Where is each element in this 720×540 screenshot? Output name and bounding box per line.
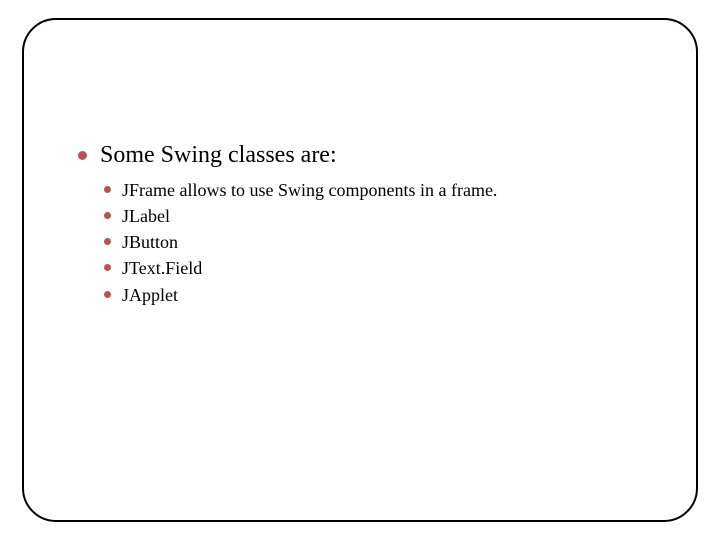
- list-item: JLabel: [100, 203, 646, 229]
- sub-list: JFrame allows to use Swing components in…: [100, 177, 646, 307]
- list-item: JText.Field: [100, 255, 646, 281]
- list-item-text: JLabel: [122, 206, 170, 226]
- list-item: JApplet: [100, 282, 646, 308]
- list-item: JFrame allows to use Swing components in…: [100, 177, 646, 203]
- main-heading-text: Some Swing classes are:: [100, 142, 337, 168]
- list-item-text: JText.Field: [122, 258, 202, 278]
- list-item-text: JFrame allows to use Swing components in…: [122, 180, 497, 200]
- main-heading-item: Some Swing classes are: JFrame allows to…: [74, 140, 646, 308]
- slide-frame: Some Swing classes are: JFrame allows to…: [22, 18, 698, 522]
- list-item: JButton: [100, 229, 646, 255]
- list-item-text: JButton: [122, 232, 178, 252]
- list-item-text: JApplet: [122, 285, 178, 305]
- main-list: Some Swing classes are: JFrame allows to…: [74, 140, 646, 308]
